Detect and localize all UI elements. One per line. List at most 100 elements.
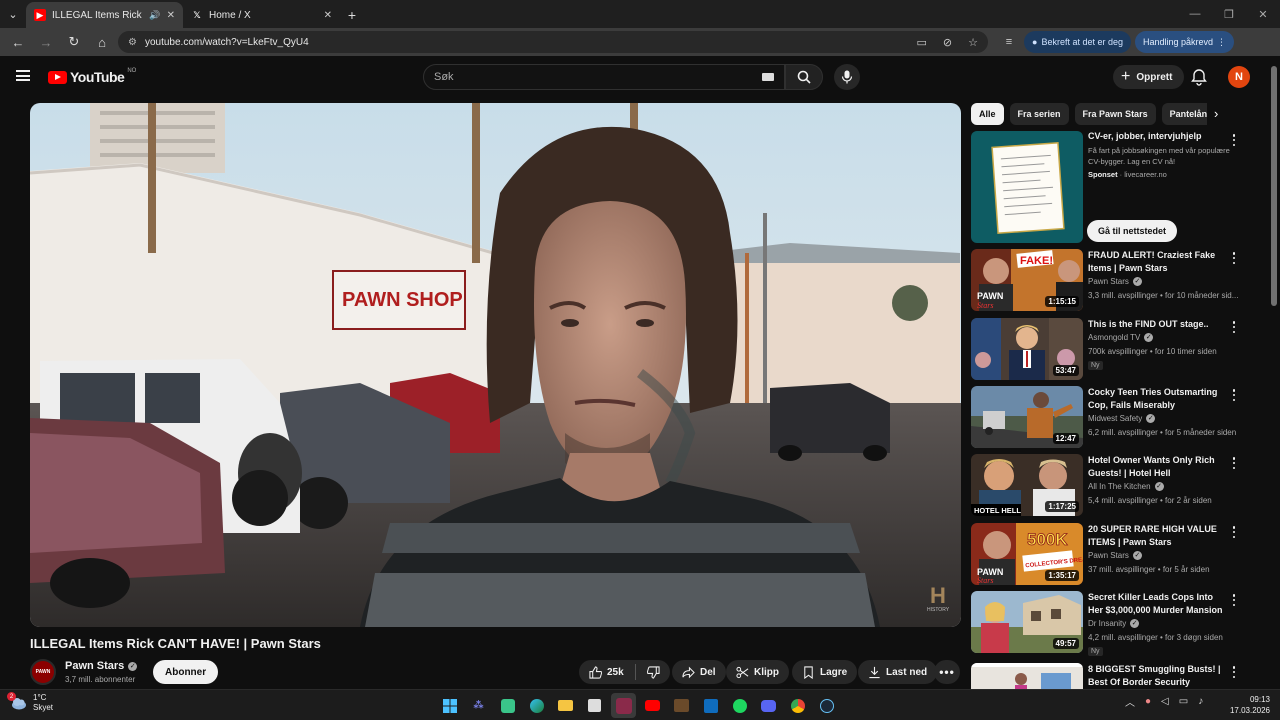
menu-kebab-icon[interactable] xyxy=(1229,133,1239,147)
menu-kebab-icon[interactable] xyxy=(1229,665,1239,679)
download-button[interactable]: Last ned xyxy=(858,660,938,684)
create-button[interactable]: + Opprett xyxy=(1113,65,1185,89)
channel-line[interactable]: Pawn Stars ✓ xyxy=(1088,551,1142,560)
search-input[interactable]: Søk xyxy=(423,64,785,90)
video-thumbnail[interactable]: HOTEL HELL 1:17:25 xyxy=(971,454,1083,516)
search-button[interactable] xyxy=(785,64,823,90)
active-app-icon[interactable] xyxy=(611,693,636,718)
start-windows-icon[interactable] xyxy=(437,693,462,718)
thumbs-up-icon[interactable] xyxy=(589,665,602,679)
account-avatar[interactable]: N xyxy=(1228,66,1250,88)
video-player[interactable]: PAWN SHOP H HISTORY xyxy=(30,103,961,627)
home-icon[interactable]: ⌂ xyxy=(90,30,114,54)
speaker-icon[interactable]: 🔊 xyxy=(149,10,160,21)
outlook-icon[interactable] xyxy=(698,693,723,718)
channel-name-wrap[interactable]: Pawn Stars ✓ xyxy=(65,660,138,672)
edge-icon[interactable] xyxy=(524,693,549,718)
new-tab-button[interactable]: + xyxy=(340,2,364,28)
visit-site-button[interactable]: Gå til nettstedet xyxy=(1087,220,1178,242)
list-item[interactable]: 12:47 Cocky Teen Tries Outsmarting Cop, … xyxy=(971,386,1251,450)
more-actions-button[interactable]: ••• xyxy=(934,660,960,684)
save-button[interactable]: Lagre xyxy=(792,660,858,684)
video-thumbnail[interactable]: 500K COLLECTOR'S DREAM PAWN Stars 1:35:1… xyxy=(971,523,1083,585)
video-title[interactable]: Cocky Teen Tries Outsmarting Cop, Fails … xyxy=(1088,386,1230,412)
channel-line[interactable]: Pawn Stars ✓ xyxy=(1088,277,1142,286)
discord-icon[interactable] xyxy=(756,693,781,718)
chip-from-pawn-stars[interactable]: Fra Pawn Stars xyxy=(1074,103,1156,125)
page-scrollbar[interactable] xyxy=(1271,66,1277,306)
video-title[interactable]: Secret Killer Leads Cops Into Her $3,000… xyxy=(1088,591,1230,617)
tab-youtube[interactable]: ▶ ILLEGAL Items Rick CAN'T H 🔊 ✕ xyxy=(26,2,183,28)
restore-icon[interactable]: ❐ xyxy=(1212,0,1246,28)
channel-line[interactable]: Dr Insanity ✓ xyxy=(1088,619,1140,628)
chevron-up-icon[interactable]: ︿ xyxy=(1125,694,1135,709)
thumbs-down-icon[interactable] xyxy=(646,665,660,679)
chip-all[interactable]: Alle xyxy=(971,103,1004,125)
like-count[interactable]: 25k xyxy=(607,667,624,678)
verify-identity-pill[interactable]: ● Bekreft at det er deg xyxy=(1024,31,1131,53)
video-thumbnail[interactable]: 49:57 xyxy=(971,591,1083,653)
video-thumbnail[interactable]: 53:47 xyxy=(971,318,1083,380)
sponsored-ad[interactable]: CV-er, jobber, intervjuhjelp Få fart på … xyxy=(971,131,1251,243)
notifications-bell-icon[interactable] xyxy=(1190,68,1208,86)
chevron-right-icon[interactable]: › xyxy=(1214,106,1218,121)
volume-icon[interactable]: ◁ xyxy=(1161,696,1169,707)
ad-thumbnail[interactable] xyxy=(971,131,1083,243)
speaker-icon[interactable]: ♪ xyxy=(1198,696,1203,707)
media-app-icon[interactable] xyxy=(669,693,694,718)
menu-kebab-icon[interactable]: ⋮ xyxy=(1217,37,1226,48)
action-required-pill[interactable]: Handling påkrevd ⋮ xyxy=(1135,31,1235,53)
hamburger-menu-icon[interactable] xyxy=(16,70,30,81)
channel-avatar[interactable]: PAWN xyxy=(30,659,56,685)
spotify-icon[interactable] xyxy=(727,693,752,718)
teams-icon[interactable]: ⁂ xyxy=(466,693,491,718)
video-thumbnail[interactable]: FAKE! PAWN Stars 1:15:15 xyxy=(971,249,1083,311)
channel-line[interactable]: Asmongold TV ✓ xyxy=(1088,333,1154,342)
youtube-logo[interactable]: YouTube NO xyxy=(48,68,136,85)
cast-icon[interactable]: ▭ xyxy=(917,36,927,49)
list-item[interactable]: 49:57 Secret Killer Leads Cops Into Her … xyxy=(971,591,1251,656)
video-title[interactable]: FRAUD ALERT! Craziest Fake Items | Pawn … xyxy=(1088,249,1230,275)
reload-icon[interactable]: ↻ xyxy=(62,30,86,54)
chip-from-series[interactable]: Fra serien xyxy=(1009,103,1069,125)
close-window-icon[interactable]: ✕ xyxy=(1246,0,1280,28)
store-icon[interactable] xyxy=(582,693,607,718)
bookmark-star-icon[interactable]: ☆ xyxy=(968,36,978,49)
menu-kebab-icon[interactable] xyxy=(1229,388,1239,402)
microphone-icon[interactable]: ● xyxy=(1145,696,1151,707)
clock[interactable]: 09:13 17.03.2026 xyxy=(1226,694,1270,716)
subscribe-button[interactable]: Abonner xyxy=(153,660,219,684)
forward-icon[interactable]: → xyxy=(34,30,58,54)
video-title[interactable]: This is the FIND OUT stage.. xyxy=(1088,318,1230,331)
steam-icon[interactable] xyxy=(814,693,839,718)
list-item[interactable]: 53:47 This is the FIND OUT stage.. Asmon… xyxy=(971,318,1251,382)
channel-line[interactable]: Midwest Safety ✓ xyxy=(1088,414,1156,423)
video-thumbnail[interactable]: 12:47 xyxy=(971,386,1083,448)
video-title[interactable]: 8 BIGGEST Smuggling Busts! | Best Of Bor… xyxy=(1088,663,1230,689)
keyboard-icon[interactable] xyxy=(762,73,774,81)
video-title[interactable]: Hotel Owner Wants Only Rich Guests! | Ho… xyxy=(1088,454,1230,480)
voice-search-button[interactable] xyxy=(834,64,860,90)
close-tab-icon[interactable]: ✕ xyxy=(167,10,175,21)
tab-x[interactable]: 𝕏 Home / X ✕ xyxy=(183,2,340,28)
ad-title[interactable]: CV-er, jobber, intervjuhjelp xyxy=(1088,131,1202,141)
clip-button[interactable]: Klipp xyxy=(726,660,789,684)
menu-kebab-icon[interactable] xyxy=(1229,251,1239,265)
back-icon[interactable]: ← xyxy=(6,30,30,54)
file-explorer-icon[interactable] xyxy=(553,693,578,718)
list-item[interactable]: FAKE! PAWN Stars 1:15:15 FRAUD ALERT! Cr… xyxy=(971,249,1251,313)
list-item[interactable]: HOTEL HELL 1:17:25 Hotel Owner Wants Onl… xyxy=(971,454,1251,518)
display-icon[interactable]: ▭ xyxy=(1179,696,1188,707)
address-bar[interactable]: ⚙ youtube.com/watch?v=LkeFtv_QyU4 ▭ ⊘ ☆ xyxy=(118,31,988,53)
menu-kebab-icon[interactable] xyxy=(1229,525,1239,539)
list-item[interactable]: 500K COLLECTOR'S DREAM PAWN Stars 1:35:1… xyxy=(971,523,1251,587)
site-info-icon[interactable]: ⚙ xyxy=(128,37,137,48)
share-button[interactable]: Del xyxy=(672,660,726,684)
phone-link-icon[interactable] xyxy=(495,693,520,718)
video-thumbnail[interactable] xyxy=(971,663,1083,689)
menu-kebab-icon[interactable] xyxy=(1229,593,1239,607)
video-title[interactable]: 20 SUPER RARE HIGH VALUE ITEMS | Pawn St… xyxy=(1088,523,1230,549)
close-tab-icon[interactable]: ✕ xyxy=(324,10,332,21)
minimize-icon[interactable]: — xyxy=(1178,0,1212,28)
list-item[interactable]: 8 BIGGEST Smuggling Busts! | Best Of Bor… xyxy=(971,663,1251,689)
